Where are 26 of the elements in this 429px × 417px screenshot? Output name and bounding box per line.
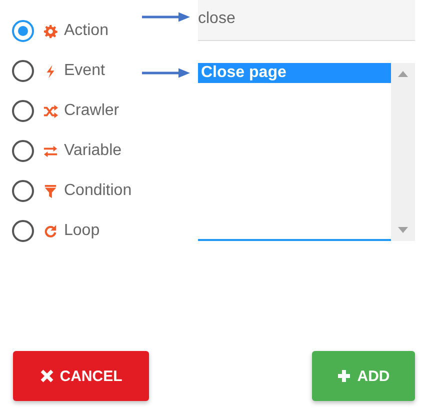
radio-button[interactable]	[12, 20, 34, 42]
radio-button[interactable]	[12, 140, 34, 162]
cancel-button[interactable]: CANCEL	[13, 351, 149, 401]
results-listbox[interactable]: Close page	[198, 63, 415, 241]
option-label: Variable	[64, 142, 122, 160]
shuffle-icon	[43, 104, 58, 118]
filter-icon	[43, 184, 58, 198]
annotation-arrow	[142, 68, 190, 78]
refresh-icon	[43, 224, 58, 238]
option-label: Condition	[64, 182, 132, 200]
radio-button[interactable]	[12, 220, 34, 242]
option-label: Loop	[64, 222, 100, 240]
list-item[interactable]: Close page	[198, 63, 391, 83]
radio-button[interactable]	[12, 60, 34, 82]
option-label: Event	[64, 62, 105, 80]
plus-icon	[337, 369, 352, 383]
radio-button[interactable]	[12, 180, 34, 202]
gear-icon	[43, 24, 58, 38]
annotation-arrow	[142, 12, 190, 22]
close-icon	[40, 369, 54, 383]
option-label: Crawler	[64, 102, 120, 120]
swap-arrows-icon	[43, 144, 58, 158]
option-label: Action	[64, 22, 108, 40]
add-button[interactable]: ADD	[312, 351, 415, 401]
radio-button[interactable]	[12, 100, 34, 122]
search-field[interactable]: close	[198, 0, 415, 41]
